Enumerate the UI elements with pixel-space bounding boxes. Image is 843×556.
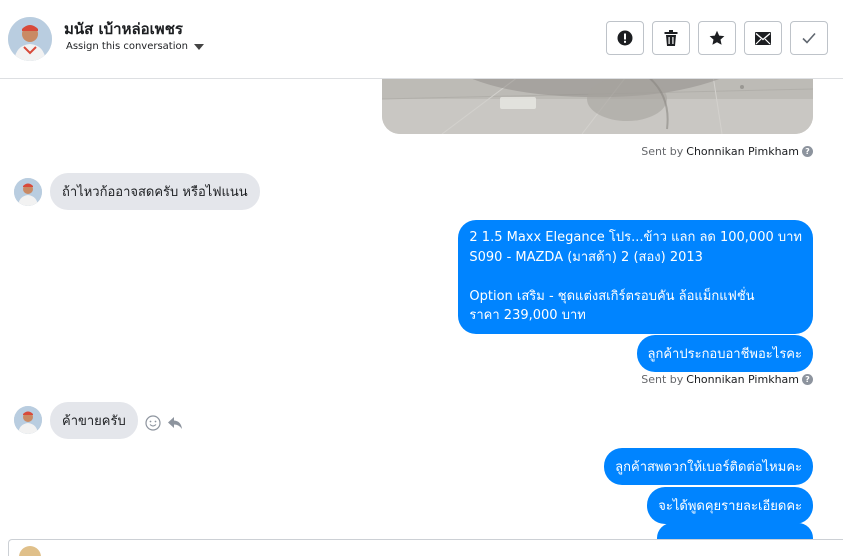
car-photo-attachment[interactable] [382,79,813,134]
message-tools [145,415,183,431]
conversation-actions [606,21,828,55]
outgoing-message-partial[interactable] [657,523,813,539]
outgoing-message[interactable]: ลูกค้าประกอบอาชีพอะไรคะ [636,335,813,372]
check-icon [802,32,816,44]
reply-icon[interactable] [167,415,183,431]
sent-by-label: Sent by Chonnikan Pimkham ? [641,145,813,158]
star-icon [709,30,725,45]
sent-by-agent: Chonnikan Pimkham [686,145,799,158]
mark-spam-button[interactable] [606,21,644,55]
help-icon[interactable]: ? [802,374,813,385]
contact-avatar[interactable] [8,17,52,61]
emoji-reaction-icon[interactable] [145,415,161,431]
incoming-message[interactable]: ค้าขายครับ [50,402,138,439]
outgoing-message[interactable]: จะได้พูดคุยรายละเอียดคะ [647,487,813,524]
contact-name: มนัส เบ้าหล่อเพชร [64,20,183,38]
incoming-message[interactable]: ถ้าไหวก้ออาจสดครับ หรือไฟแนน [50,173,260,210]
trash-icon [664,30,678,46]
message-line: 2 1.5 Maxx Elegance โปร...ข้าว แลก ลด 10… [469,230,802,245]
outgoing-message[interactable]: ลูกค้าสพดวกให้เบอร์ติดต่อไหมคะ [604,448,813,485]
sent-by-agent: Chonnikan Pimkham [686,373,799,386]
sent-by-prefix: Sent by [641,373,684,386]
sent-by-label: Sent by Chonnikan Pimkham ? [641,373,813,386]
sent-by-prefix: Sent by [641,145,684,158]
reply-composer[interactable] [8,539,843,556]
help-icon[interactable]: ? [802,146,813,157]
outgoing-message[interactable]: 2 1.5 Maxx Elegance โปร...ข้าว แลก ลด 10… [458,220,813,334]
contact-avatar-small[interactable] [14,178,42,206]
star-button[interactable] [698,21,736,55]
message-line [469,267,802,287]
assign-conversation-dropdown[interactable]: Assign this conversation [66,41,204,52]
agent-avatar [19,546,41,556]
envelope-icon [755,31,771,45]
contact-avatar-small[interactable] [14,406,42,434]
conversation-header: มนัส เบ้าหล่อเพชร Assign this conversati… [0,0,843,79]
exclamation-icon [617,30,633,46]
message-thread[interactable]: Sent by Chonnikan Pimkham ? ถ้าไหวก้ออาจ… [0,79,843,539]
message-line: S090 - MAZDA (มาสด้า) 2 (สอง) 2013 [469,249,703,265]
caret-down-icon [193,44,204,50]
message-line: ราคา 239,000 บาท [469,308,586,323]
delete-button[interactable] [652,21,690,55]
assign-label: Assign this conversation [66,41,188,52]
message-line: Option เสริม - ชุดแต่งสเกิร์ตรอบคัน ล้อแ… [469,288,755,304]
mark-done-button[interactable] [790,21,828,55]
mark-unread-button[interactable] [744,21,782,55]
